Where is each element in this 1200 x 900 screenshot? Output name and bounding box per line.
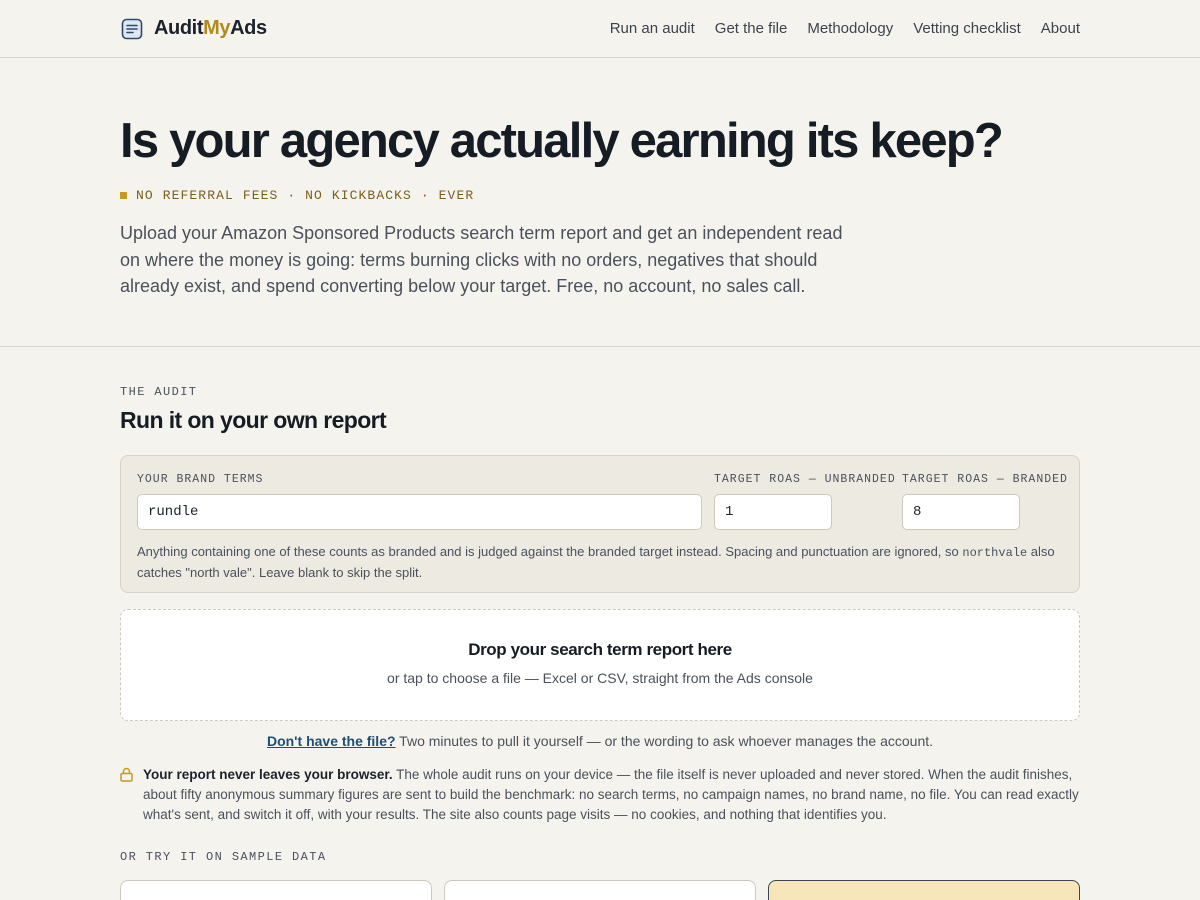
nav-run-audit[interactable]: Run an audit [610,20,695,37]
audit-title: Run it on your own report [120,407,387,433]
audit-settings-panel: YOUR BRAND TERMS TARGET ROAS — UNBRANDED… [120,455,1080,593]
nav-methodology[interactable]: Methodology [807,20,893,37]
privacy-heading: Your report never leaves your browser. [143,767,393,782]
target-roas-unbranded-field: TARGET ROAS — UNBRANDED [714,473,896,530]
target-roas-unbranded-input[interactable] [714,494,832,530]
sample-card[interactable] [120,880,432,900]
square-bullet-icon [120,192,127,199]
hero-section: Is your agency actually earning its keep… [0,58,1200,347]
nav-about[interactable]: About [1041,20,1080,37]
brand-terms-help: Anything containing one of these counts … [137,544,1055,580]
target-roas-unbranded-label: TARGET ROAS — UNBRANDED [714,473,896,486]
brand-terms-input[interactable] [137,494,702,530]
nav-vetting-checklist[interactable]: Vetting checklist [913,20,1021,37]
brand-terms-field: YOUR BRAND TERMS [137,473,702,530]
target-roas-branded-field: TARGET ROAS — BRANDED [902,473,1068,530]
brand-name: AuditMyAds [154,17,267,39]
site-header: AuditMyAds Run an audit Get the file Met… [0,0,1200,58]
sample-card[interactable] [444,880,756,900]
hero-lede: Upload your Amazon Sponsored Products se… [120,223,843,296]
sample-data-label: OR TRY IT ON SAMPLE DATA [120,850,327,864]
brand-terms-label: YOUR BRAND TERMS [137,473,264,486]
target-roas-branded-label: TARGET ROAS — BRANDED [902,473,1068,486]
brand-logo[interactable]: AuditMyAds [120,17,267,41]
dropzone-subtitle: or tap to choose a file — Excel or CSV, … [387,670,813,686]
document-lines-icon [121,18,143,39]
dropzone-title: Drop your search term report here [468,640,732,659]
lock-icon [120,767,133,782]
example-code: northvale [962,546,1028,560]
hero-tagline: NO REFERRAL FEES · NO KICKBACKS · EVER [120,188,1080,203]
target-roas-branded-input[interactable] [902,494,1020,530]
sample-card-selected[interactable] [768,880,1080,900]
report-dropzone[interactable]: Drop your search term report here or tap… [120,609,1080,721]
get-file-link[interactable]: Don't have the file? [267,733,396,749]
main-nav: Run an audit Get the file Methodology Ve… [610,20,1080,37]
file-hint: Don't have the file? Two minutes to pull… [266,733,934,749]
privacy-notice: Your report never leaves your browser. T… [120,765,1080,825]
hero-title: Is your agency actually earning its keep… [120,114,1004,168]
audit-section: THE AUDIT Run it on your own report YOUR… [0,347,1200,900]
audit-eyebrow: THE AUDIT [120,385,198,399]
nav-get-file[interactable]: Get the file [715,20,788,37]
sample-data-options [120,880,1080,900]
